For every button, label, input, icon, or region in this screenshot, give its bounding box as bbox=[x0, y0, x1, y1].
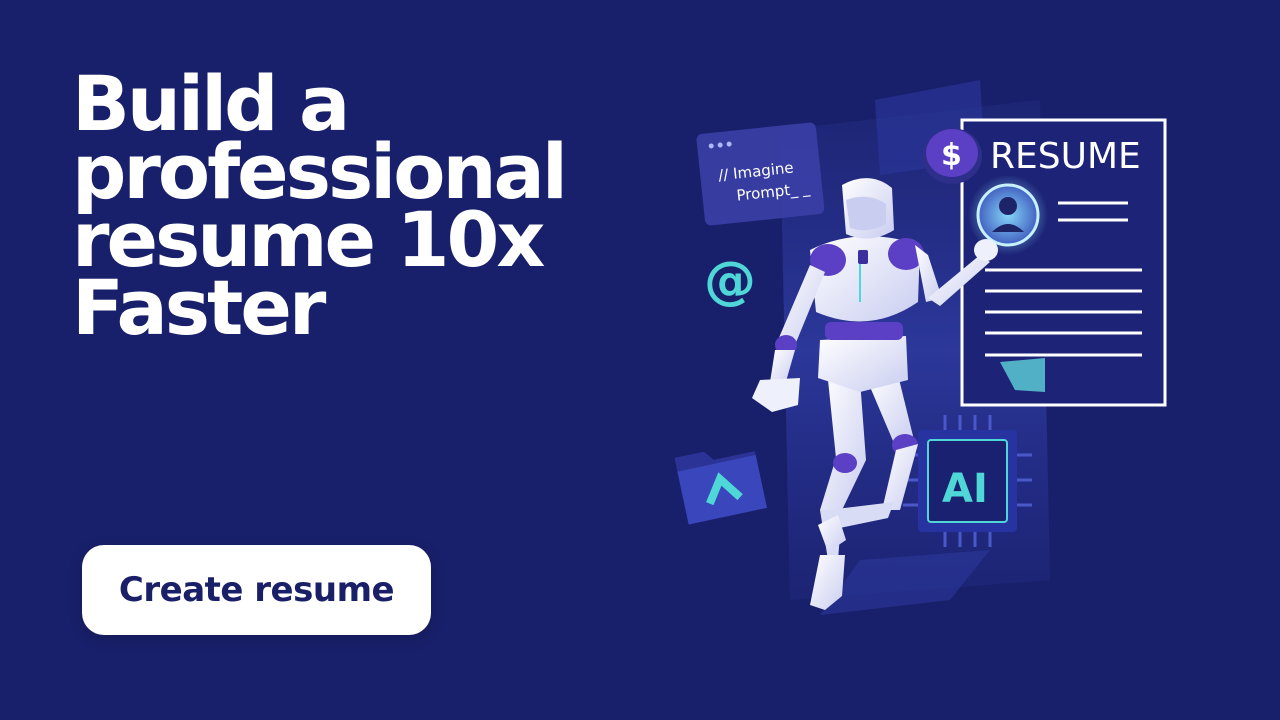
ai-chip-icon: AI bbox=[903, 415, 1032, 547]
chip-label: AI bbox=[942, 466, 988, 512]
illustration-svg: RESUME // Imagine Prompt_ _ $ @ AI bbox=[674, 80, 1167, 615]
folder-icon bbox=[674, 451, 767, 525]
coin-symbol: $ bbox=[941, 138, 962, 173]
resume-document: RESUME bbox=[960, 118, 1167, 407]
prompt-card: // Imagine Prompt_ _ bbox=[696, 122, 825, 226]
at-symbol: @ bbox=[704, 251, 756, 311]
robot-resume-illustration: RESUME // Imagine Prompt_ _ $ @ AI bbox=[660, 40, 1200, 640]
hero-headline: Build a professional resume 10x Faster bbox=[72, 66, 632, 352]
at-sign-icon: @ bbox=[704, 251, 756, 311]
resume-title: RESUME bbox=[990, 136, 1141, 177]
headline-line-4: Faster bbox=[72, 263, 326, 352]
dollar-coin-icon: $ bbox=[922, 128, 982, 184]
create-resume-button[interactable]: Create resume bbox=[82, 545, 431, 635]
